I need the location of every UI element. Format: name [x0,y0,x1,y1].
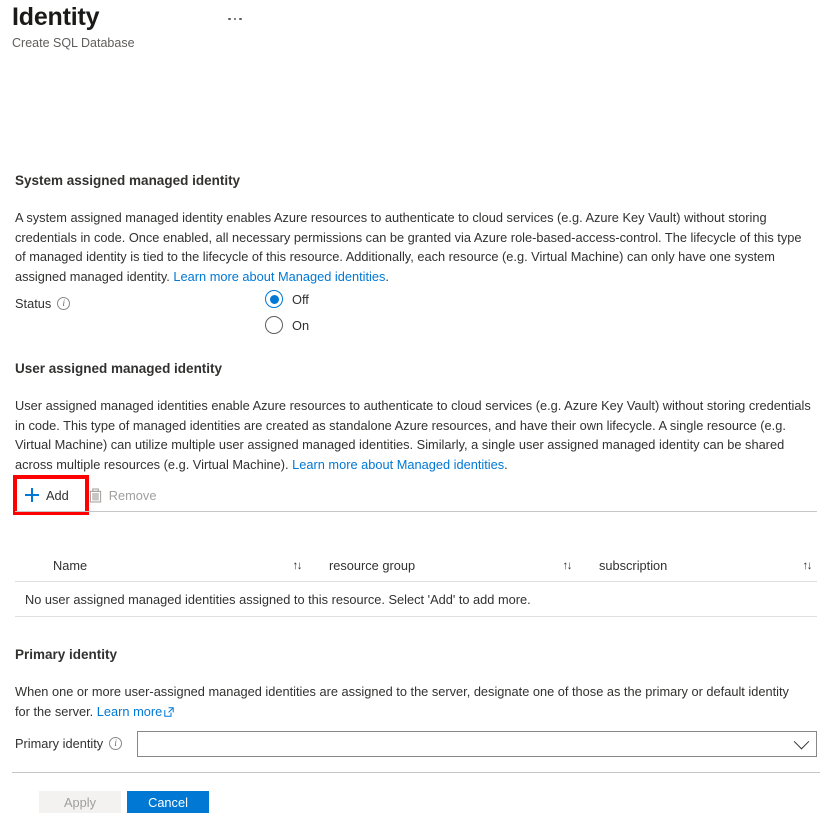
system-identity-description-period: . [385,268,389,284]
table-column-subscription-label: subscription [599,558,668,573]
trash-icon [89,487,101,503]
user-identity-description: User assigned managed identities enable … [15,396,820,474]
identity-blade: Identity Create SQL Database System assi… [0,0,832,831]
system-identity-heading: System assigned managed identity [15,173,241,188]
add-button-label: Add [46,487,69,503]
table-column-resource-group-label: resource group [329,558,416,573]
table-column-subscription[interactable]: subscription ↑↓ [577,558,817,573]
cancel-button[interactable]: Cancel [127,791,209,813]
status-radio-group[interactable]: Off On [265,288,309,340]
sort-icon[interactable]: ↑↓ [803,560,813,572]
remove-button-label: Remove [108,487,157,503]
plus-icon [25,488,39,502]
user-assigned-identities-table: Name ↑↓ resource group ↑↓ subscription ↑… [15,550,817,617]
dot [233,17,237,21]
info-icon[interactable]: i [57,297,71,310]
sort-icon[interactable]: ↑↓ [293,560,303,572]
primary-identity-heading: Primary identity [15,647,118,662]
sort-icon[interactable]: ↑↓ [563,560,573,572]
page-subtitle: Create SQL Database [12,36,135,50]
toolbar-divider [15,511,817,512]
table-column-resource-group[interactable]: resource group ↑↓ [307,558,577,573]
identity-toolbar: Add Remove [15,480,166,510]
blade-header: Identity Create SQL Database [12,2,820,51]
status-option-on[interactable]: On [265,314,309,336]
page-title: Identity [12,3,100,31]
add-button[interactable]: Add [15,480,79,510]
primary-identity-learn-more-link[interactable]: Learn more [97,704,174,719]
table-column-name-label: Name [53,558,88,573]
user-identity-heading: User assigned managed identity [15,361,223,376]
external-link-icon [164,706,174,717]
more-options-icon[interactable] [222,10,248,28]
status-field-label: Status i [15,296,71,311]
radio-icon-on[interactable] [265,316,283,334]
user-identity-learn-more-link[interactable]: Learn more about Managed identities [292,457,504,472]
remove-button[interactable]: Remove [79,480,167,510]
table-column-name[interactable]: Name ↑↓ [15,558,307,573]
primary-identity-dropdown[interactable] [137,731,817,757]
system-identity-description-text: A system assigned managed identity enabl… [15,210,802,284]
primary-identity-description: When one or more user-assigned managed i… [15,682,805,721]
chevron-down-icon [793,733,810,749]
apply-button[interactable]: Apply [39,791,121,813]
status-label-text: Status [15,296,52,311]
dot [228,17,231,21]
primary-identity-field-label: Primary identity i [15,736,123,751]
status-option-on-label: On [292,317,310,333]
status-option-off[interactable]: Off [265,288,309,310]
info-icon[interactable]: i [109,737,123,750]
table-header-row: Name ↑↓ resource group ↑↓ subscription ↑… [15,550,817,582]
status-option-off-label: Off [292,291,309,307]
footer-divider [12,772,820,773]
primary-identity-label-text: Primary identity [15,736,104,751]
dot [239,17,242,21]
blade-footer: Apply Cancel [39,791,209,813]
system-identity-description: A system assigned managed identity enabl… [15,208,815,286]
user-identity-description-period: . [504,456,508,472]
table-empty-message: No user assigned managed identities assi… [15,582,817,617]
system-identity-learn-more-link[interactable]: Learn more about Managed identities [173,269,385,284]
primary-identity-learn-more-label: Learn more [96,703,163,719]
radio-icon-off[interactable] [265,290,283,308]
